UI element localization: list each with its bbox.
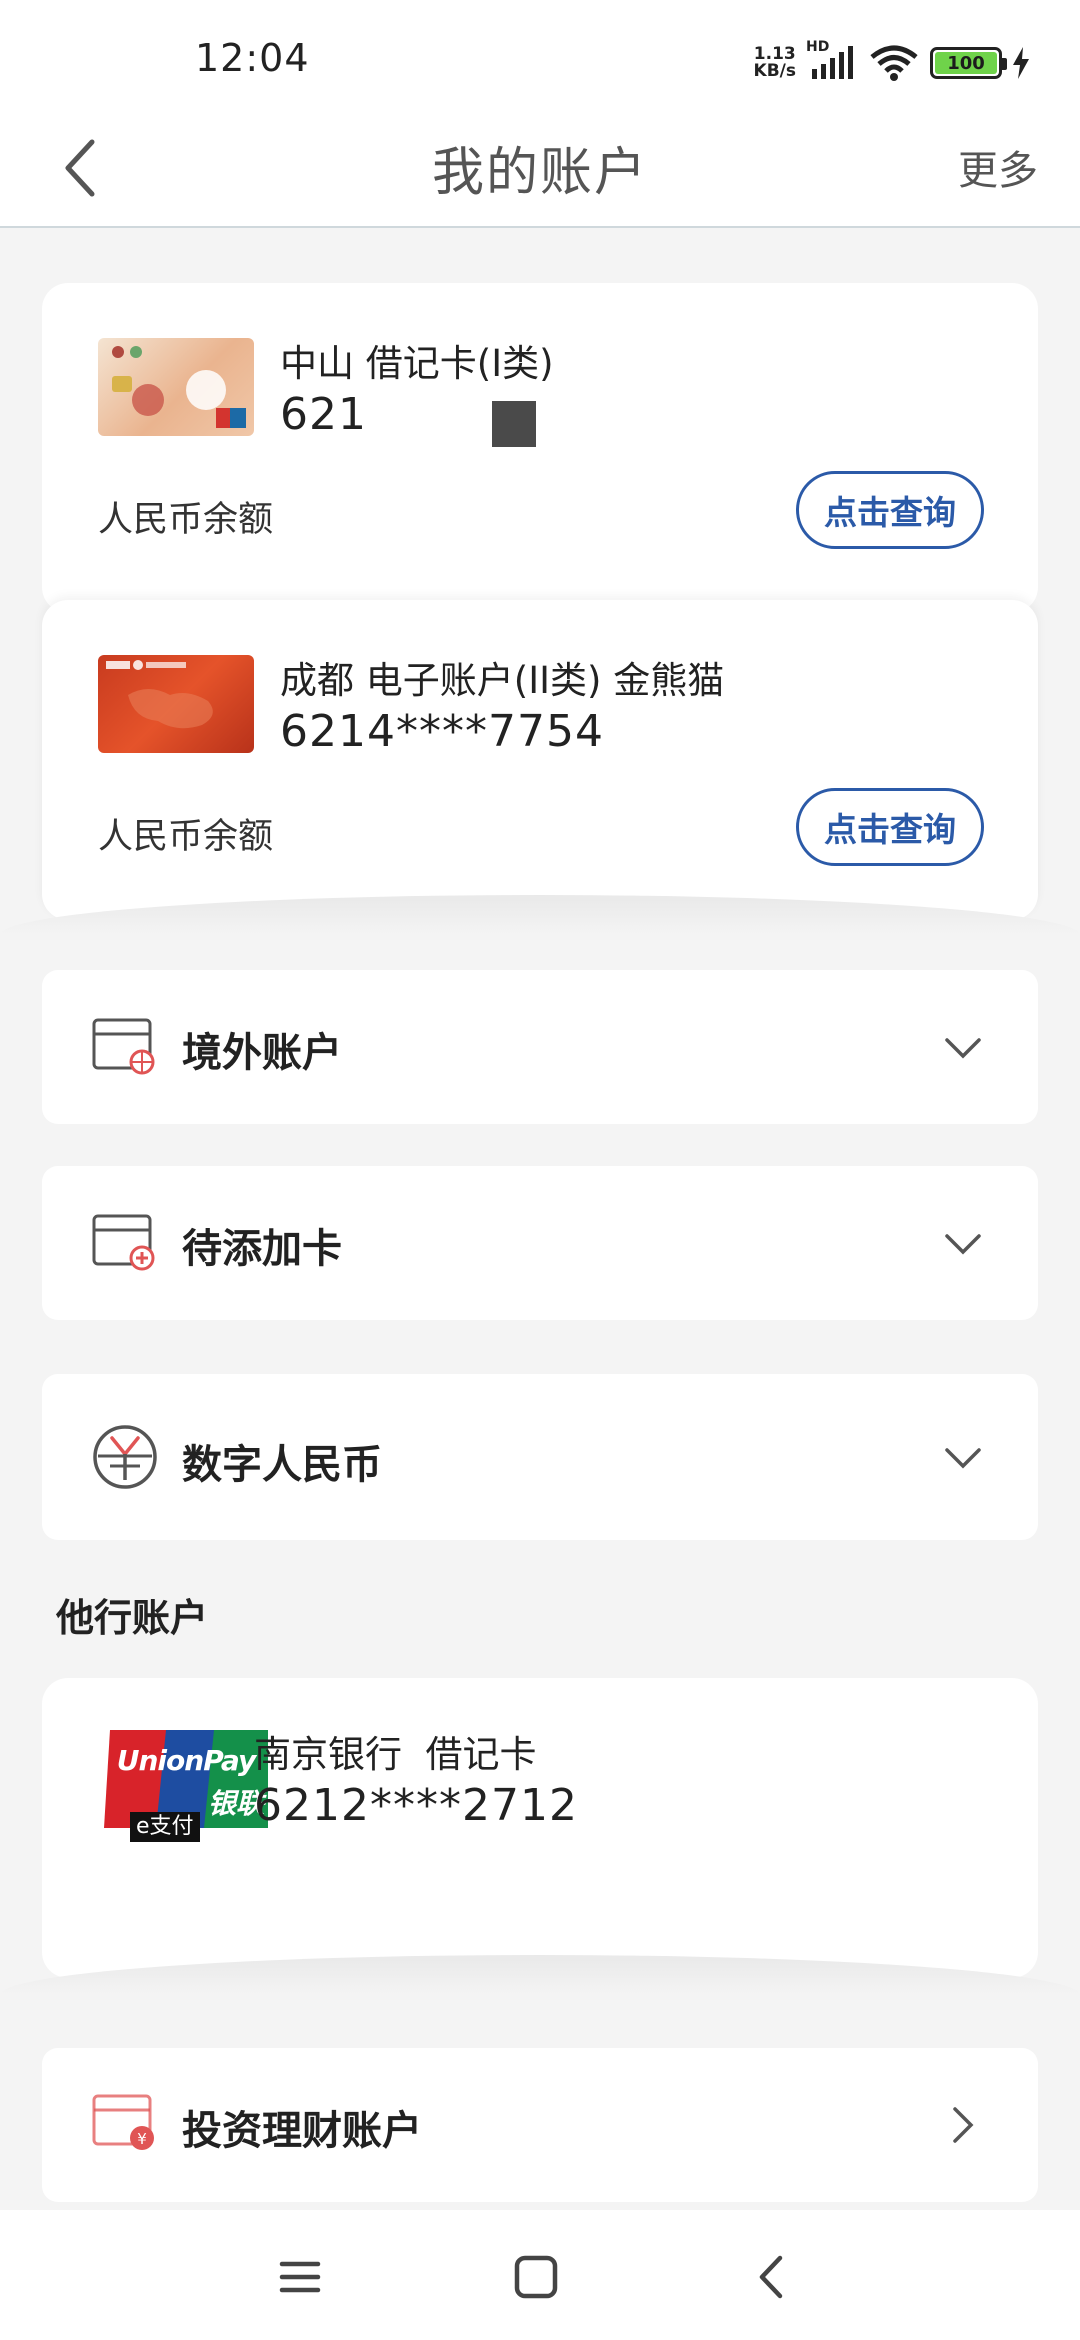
debit-card-image xyxy=(98,655,254,753)
network-speed: 1.13 KB/s xyxy=(753,44,796,81)
status-time: 12:04 xyxy=(195,36,310,80)
page-title: 我的账户 xyxy=(431,143,648,203)
account-card[interactable]: 中山 借记卡(I类) 621 人民币余额 点击查询 xyxy=(42,283,1038,613)
chevron-down-icon xyxy=(945,1234,981,1255)
top-app-bar: 我的账户 更多 xyxy=(0,110,1080,228)
redaction-mask xyxy=(492,401,536,447)
other-bank-card[interactable]: UnionPay 银联 e支付 南京银行 借记卡 6212****2712 xyxy=(42,1678,1038,1978)
account-card[interactable]: 成都 电子账户(II类) 金熊猫 6214****7754 人民币余额 点击查询 xyxy=(42,600,1038,920)
overseas-accounts-row[interactable]: 境外账户 xyxy=(42,970,1038,1124)
query-balance-button[interactable]: 点击查询 xyxy=(796,471,984,549)
chevron-down-icon xyxy=(945,1038,981,1059)
cell-signal-icon: HD xyxy=(806,39,858,81)
chevron-right-icon xyxy=(953,2107,974,2143)
row-label: 境外账户 xyxy=(182,1030,342,1076)
debit-card-image xyxy=(98,338,254,436)
back-nav-icon[interactable] xyxy=(744,2252,804,2302)
add-card-icon xyxy=(92,1214,155,1271)
investment-account-row[interactable]: ¥ 投资理财账户 xyxy=(42,2048,1038,2202)
charging-icon xyxy=(1013,47,1029,79)
digital-yuan-icon xyxy=(93,1425,157,1489)
row-label: 数字人民币 xyxy=(182,1442,382,1488)
row-label: 投资理财账户 xyxy=(182,2108,422,2154)
battery-icon: 100 xyxy=(930,47,1007,79)
account-name: 成都 电子账户(II类) 金熊猫 xyxy=(280,659,725,702)
e-pay-badge: e支付 xyxy=(130,1812,200,1842)
menu-nav-icon[interactable] xyxy=(270,2252,330,2302)
investment-account-icon: ¥ xyxy=(92,2094,154,2150)
wifi-icon xyxy=(870,45,918,81)
status-icons: 1.13 KB/s HD 100 xyxy=(754,38,1030,88)
system-nav-bar xyxy=(0,2210,1080,2340)
chevron-down-icon xyxy=(945,1448,981,1469)
pending-cards-row[interactable]: 待添加卡 xyxy=(42,1166,1038,1320)
overseas-card-icon xyxy=(92,1018,155,1075)
digital-rmb-row[interactable]: 数字人民币 xyxy=(42,1374,1038,1540)
status-bar: 12:04 1.13 KB/s HD 100 xyxy=(0,0,1080,110)
svg-text:¥: ¥ xyxy=(137,2130,147,2148)
row-label: 待添加卡 xyxy=(182,1226,342,1272)
more-button[interactable]: 更多 xyxy=(958,138,1038,196)
balance-label: 人民币余额 xyxy=(98,500,274,540)
account-number: 621 xyxy=(280,389,367,440)
section-title: 他行账户 xyxy=(56,1596,209,1640)
home-nav-icon[interactable] xyxy=(506,2252,566,2302)
query-balance-button[interactable]: 点击查询 xyxy=(796,788,984,866)
account-name: 中山 借记卡(I类) xyxy=(280,342,554,385)
bank-name: 南京银行 借记卡 xyxy=(254,1733,537,1776)
account-number: 6212****2712 xyxy=(254,1780,578,1831)
balance-label: 人民币余额 xyxy=(98,817,274,857)
unionpay-logo: UnionPay 银联 e支付 xyxy=(104,1730,268,1842)
account-number: 6214****7754 xyxy=(280,706,604,757)
